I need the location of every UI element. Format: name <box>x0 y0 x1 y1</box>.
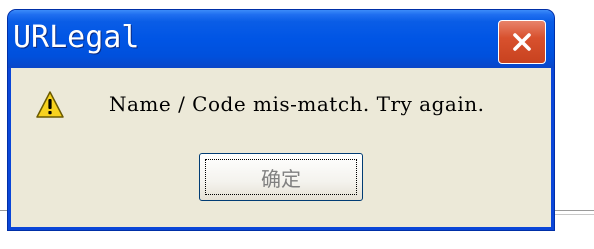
message-area: Name / Code mis-match. Try again. <box>11 68 551 148</box>
alert-message: Name / Code mis-match. Try again. <box>109 92 485 116</box>
title-bar[interactable]: URLegal <box>8 10 554 68</box>
alert-dialog: URLegal Name / Code mis-match. Try again… <box>8 10 554 230</box>
window-title: URLegal <box>13 20 140 55</box>
ok-button[interactable]: 确定 <box>199 153 363 201</box>
warning-icon <box>36 91 64 118</box>
close-button[interactable] <box>498 20 546 64</box>
screen: URLegal Name / Code mis-match. Try again… <box>0 0 594 249</box>
ok-button-label: 确定 <box>261 166 301 191</box>
background-divider-secondary <box>552 214 594 215</box>
close-icon <box>513 33 531 51</box>
